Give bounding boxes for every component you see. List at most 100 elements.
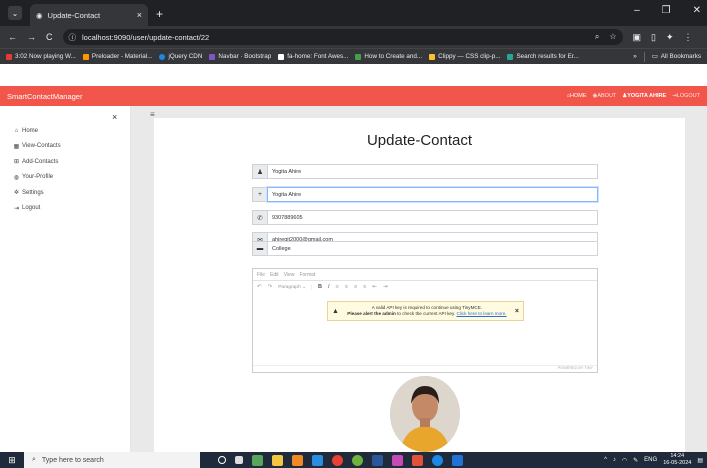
briefcase-icon: ▬ <box>252 241 267 256</box>
browser-tab[interactable]: ◉ Update-Contact × <box>30 4 148 26</box>
bold-icon[interactable]: B <box>318 284 322 290</box>
nav-home[interactable]: ⌂HOME <box>567 93 587 99</box>
pen-icon[interactable]: ✎ <box>633 457 638 464</box>
chrome-icon[interactable] <box>332 454 343 466</box>
windows-start-icon[interactable]: ⊞ <box>0 455 24 466</box>
align-justify-icon[interactable]: ≡ <box>363 284 366 290</box>
language-indicator[interactable]: ENG <box>644 457 657 463</box>
align-center-icon[interactable]: ≡ <box>345 284 348 290</box>
bookmark-item[interactable]: jQuery CDN <box>159 53 202 60</box>
page-title: Update-Contact <box>366 132 473 149</box>
sidebar-item-add-contacts[interactable]: ⊞ Add-Contacts <box>13 158 61 166</box>
nav-user[interactable]: ♟YOGITA AHIRE <box>622 93 666 99</box>
paint-icon[interactable] <box>412 454 423 466</box>
system-tray: ^ ♪ ◠ ✎ ENG 14:24 16-05-2024 ▤ <box>604 453 707 467</box>
tab-search-icon[interactable]: ⌄ <box>8 6 22 20</box>
undo-icon[interactable]: ↶ <box>257 284 262 290</box>
reload-icon[interactable]: C <box>46 32 53 42</box>
nickname-field[interactable]: Yogita Ahire <box>267 187 598 202</box>
bookmark-item[interactable]: Preloader - Material... <box>82 53 152 60</box>
vscode-icon[interactable] <box>312 454 323 466</box>
network-icon[interactable]: ◠ <box>622 457 627 464</box>
powered-by-tiny[interactable]: POWERED BY TINY <box>558 366 593 370</box>
close-window-icon[interactable]: ✕ <box>693 5 701 16</box>
nav-about[interactable]: ◉ABOUT <box>593 93 617 99</box>
bookmark-star-icon[interactable]: ☆ <box>609 32 616 42</box>
minimize-icon[interactable]: – <box>634 5 640 16</box>
contacts-icon: ▦ <box>13 143 20 150</box>
phone-row: ✆ 9307889605 <box>252 210 598 225</box>
word-icon[interactable] <box>372 454 383 466</box>
forward-icon[interactable]: → <box>27 32 36 42</box>
extensions-icon[interactable]: ▣ <box>633 32 642 43</box>
restore-icon[interactable]: ❐ <box>662 5 671 16</box>
learn-more-link[interactable]: Click here to learn more. <box>457 311 507 316</box>
sidepanel-icon[interactable]: ▯ <box>651 32 656 43</box>
brand[interactable]: SmartContactManager <box>7 92 82 101</box>
nav-links: ⌂HOME ◉ABOUT ♟YOGITA AHIRE ⇥LOGOUT <box>567 93 700 99</box>
bookmark-favicon-icon <box>6 53 12 60</box>
new-tab-button[interactable]: + <box>156 7 163 21</box>
paragraph-select[interactable]: Paragraph ⌄ <box>278 284 312 290</box>
store-icon[interactable] <box>452 454 463 466</box>
task-view-icon[interactable] <box>218 456 226 464</box>
bookmark-item[interactable]: Navbar · Bootstrap <box>209 53 271 60</box>
close-tab-icon[interactable]: × <box>137 10 142 20</box>
file-app-icon[interactable] <box>252 454 263 466</box>
contact-photo-image <box>390 376 460 452</box>
sublime-icon[interactable] <box>292 454 303 466</box>
gear-icon: ✲ <box>13 190 20 196</box>
sidebar-item-view-contacts[interactable]: ▦ View-Contacts <box>13 143 61 150</box>
notification-icon[interactable]: ▤ <box>697 457 703 464</box>
close-sidebar-icon[interactable]: × <box>112 112 117 122</box>
taskbar-search[interactable]: ⌕ Type here to search <box>24 452 200 468</box>
clock[interactable]: 14:24 16-05-2024 <box>663 453 691 467</box>
indent-icon[interactable]: ⇥ <box>383 284 388 290</box>
italic-icon[interactable]: I <box>328 284 330 290</box>
editor-menu-file[interactable]: File <box>257 272 265 278</box>
bookmark-item[interactable]: 3:02 Now playing W... <box>6 53 76 60</box>
align-left-icon[interactable]: ≡ <box>336 284 339 290</box>
zoom-icon[interactable]: ⌕ <box>595 32 599 42</box>
edge-icon[interactable] <box>432 454 443 466</box>
sidebar-list: ⌂ Home ▦ View-Contacts ⊞ Add-Contacts ◍ Your… <box>13 128 61 212</box>
bookmark-item[interactable]: Clippy — CSS clip-p... <box>429 53 500 60</box>
sidebar-item-your-profile[interactable]: ◍ Your-Profile <box>13 174 61 181</box>
bookmark-item[interactable]: Search results for Er... <box>507 53 579 60</box>
align-right-icon[interactable]: ≡ <box>354 284 357 290</box>
work-field[interactable]: College <box>267 241 598 256</box>
file-explorer-icon[interactable] <box>272 454 283 466</box>
spring-tool-icon[interactable] <box>352 454 363 466</box>
profile-icon[interactable]: ✦ <box>666 32 674 43</box>
sidebar-item-settings[interactable]: ✲ Settings <box>13 189 61 197</box>
add-icon: ⊞ <box>13 159 20 165</box>
tray-chevron-icon[interactable]: ^ <box>604 457 607 463</box>
all-bookmarks-button[interactable]: ▭ All Bookmarks <box>652 53 701 60</box>
editor-menu-view[interactable]: View <box>284 272 295 278</box>
nav-logout[interactable]: ⇥LOGOUT <box>672 93 700 99</box>
outdent-icon[interactable]: ⇤ <box>372 284 377 290</box>
photos-icon[interactable] <box>392 454 403 466</box>
volume-icon[interactable]: ♪ <box>613 457 616 463</box>
window-controls: – ❐ ✕ <box>634 5 701 16</box>
name-field[interactable]: Yogita Ahire <box>267 164 598 179</box>
warning-icon: ▲ <box>332 307 339 315</box>
bookmark-item[interactable]: fa-home: Font Awes... <box>278 53 348 60</box>
taskbar-apps <box>218 454 463 466</box>
editor-menu-edit[interactable]: Edit <box>270 272 279 278</box>
redo-icon[interactable]: ↷ <box>268 284 273 290</box>
sidebar-item-home[interactable]: ⌂ Home <box>13 128 61 134</box>
description-editor[interactable]: File Edit View Format ↶ ↷ Paragraph ⌄ B … <box>252 268 598 373</box>
sidebar-item-logout[interactable]: ⇥ Logout <box>13 205 61 212</box>
widgets-icon[interactable] <box>235 456 243 464</box>
menu-icon[interactable]: ⋮ <box>684 32 693 43</box>
close-warning-icon[interactable]: × <box>515 308 519 315</box>
phone-field[interactable]: 9307889605 <box>267 210 598 225</box>
back-icon[interactable]: ← <box>8 32 17 42</box>
more-bookmarks-icon[interactable]: » <box>633 53 637 60</box>
bookmark-item[interactable]: How to Create and... <box>355 53 422 60</box>
editor-menubar: File Edit View Format <box>253 269 597 281</box>
site-info-icon[interactable]: ⓘ <box>69 32 77 43</box>
url-field[interactable]: ⓘ localhost:9090/user/update-contact/22 … <box>62 29 623 45</box>
editor-menu-format[interactable]: Format <box>299 272 315 278</box>
